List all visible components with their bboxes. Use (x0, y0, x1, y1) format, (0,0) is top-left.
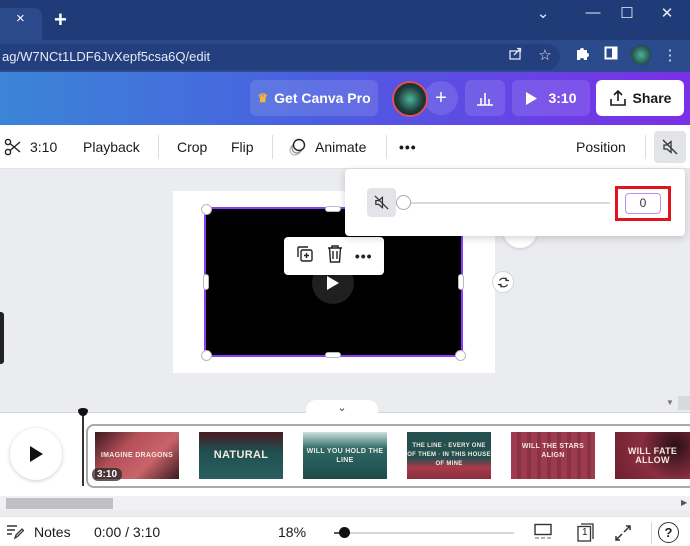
share-button[interactable]: Share (596, 80, 684, 116)
resize-handle-bottom[interactable] (325, 352, 341, 358)
resize-handle-right[interactable] (458, 274, 464, 290)
position-button[interactable]: Position (576, 125, 626, 169)
playback-button[interactable]: Playback (83, 125, 140, 169)
profile-avatar[interactable] (631, 45, 651, 65)
zoom-slider-thumb[interactable] (339, 527, 350, 538)
timeline-play-button[interactable] (10, 428, 62, 480)
share-label: Share (632, 90, 672, 106)
scroll-right-arrow[interactable]: ▶ (681, 498, 687, 507)
rotate-button[interactable] (492, 271, 514, 293)
duplicate-button[interactable] (295, 244, 315, 269)
volume-value-input[interactable]: 0 (625, 193, 661, 214)
toolbar-divider (645, 135, 646, 159)
bar-chart-icon (477, 93, 493, 106)
play-icon (30, 446, 43, 462)
left-panel-edge[interactable] (0, 312, 4, 364)
volume-button[interactable] (654, 131, 686, 163)
plus-icon: + (435, 86, 447, 109)
notes-label: Notes (34, 524, 71, 540)
notes-button[interactable]: Notes (6, 524, 71, 540)
toolbar-divider (386, 135, 387, 159)
grid-view-button[interactable] (533, 523, 553, 546)
animate-label: Animate (315, 139, 367, 155)
share-page-icon[interactable] (506, 46, 526, 64)
minimize-button[interactable]: — (578, 4, 608, 21)
present-button[interactable]: 3:10 (512, 80, 590, 116)
animate-icon (289, 138, 306, 156)
zoom-slider-track[interactable] (334, 532, 514, 534)
get-canva-pro-button[interactable]: ♛ Get Canva Pro (250, 80, 378, 116)
tab-search-icon[interactable]: ⌄ (528, 4, 558, 22)
volume-slider-track[interactable] (410, 202, 610, 204)
user-avatar[interactable] (392, 81, 428, 117)
trash-icon (328, 244, 343, 263)
pages-button[interactable]: 1 (575, 521, 597, 543)
timeline-scrollbar-thumb[interactable] (6, 498, 113, 509)
play-icon (327, 276, 339, 290)
clip-thumbnail[interactable]: THE LINE · EVERY ONE OF THEM · IN THIS H… (407, 432, 491, 479)
present-duration: 3:10 (548, 90, 577, 106)
grid-view-icon (534, 523, 552, 539)
element-context-menu: ••• (284, 237, 384, 275)
browser-menu-icon[interactable]: ⋮ (660, 46, 680, 64)
playhead-line[interactable] (82, 412, 84, 486)
animate-button[interactable]: Animate (288, 125, 366, 169)
more-options-button[interactable]: ••• (399, 125, 417, 169)
help-button[interactable]: ? (658, 522, 679, 543)
upload-icon (609, 89, 626, 106)
footer-divider (651, 522, 652, 544)
new-tab-button[interactable]: + (54, 7, 67, 33)
clip-thumbnail[interactable]: WILL THE STARS ALIGN (511, 432, 595, 479)
scroll-down-arrow[interactable]: ▼ (666, 398, 674, 407)
page-count: 1 (582, 527, 588, 538)
flip-button[interactable]: Flip (231, 125, 254, 169)
crown-icon: ♛ (257, 91, 269, 105)
speaker-muted-icon (662, 139, 678, 155)
crop-button[interactable]: Crop (177, 125, 207, 169)
bookmark-star-icon[interactable]: ☆ (535, 46, 555, 64)
scrollbar-corner (678, 396, 690, 410)
playback-time: 0:00 / 3:10 (94, 524, 161, 540)
play-icon (526, 91, 538, 105)
notes-icon (7, 525, 24, 540)
clip-thumbnail[interactable]: WILL YOU HOLD THE LINE (303, 432, 387, 479)
trim-button[interactable]: 3:10 (4, 125, 57, 169)
zoom-percentage[interactable]: 18% (278, 524, 306, 540)
maximize-button[interactable]: ☐ (612, 4, 642, 22)
volume-mute-toggle[interactable] (367, 188, 396, 217)
close-window-button[interactable]: ✕ (652, 4, 682, 22)
url-text[interactable]: ag/W7NCt1LDF6JvXepf5csa6Q/edit (2, 49, 210, 64)
expand-icon (615, 525, 631, 541)
clip-thumbnail[interactable]: WILL FATE ALLOW (615, 432, 690, 479)
speaker-muted-icon (374, 195, 389, 210)
trim-duration: 3:10 (30, 139, 58, 155)
close-tab-icon[interactable]: × (16, 10, 25, 27)
more-actions-button[interactable]: ••• (355, 248, 373, 264)
toolbar-divider (158, 135, 159, 159)
delete-button[interactable] (326, 244, 344, 269)
extensions-puzzle-icon[interactable] (572, 46, 592, 64)
volume-slider-thumb[interactable] (396, 195, 411, 210)
resize-handle-left[interactable] (203, 274, 209, 290)
resize-handle-bottom-right[interactable] (455, 350, 466, 361)
clip-duration-badge: 3:10 (92, 468, 122, 481)
resize-handle-top[interactable] (325, 206, 341, 212)
fullscreen-button[interactable] (614, 524, 632, 546)
insights-button[interactable] (465, 80, 505, 116)
resize-handle-bottom-left[interactable] (201, 350, 212, 361)
toolbar-divider (272, 135, 273, 159)
get-canva-pro-label: Get Canva Pro (274, 90, 371, 106)
rotate-icon (497, 277, 509, 287)
side-panel-icon[interactable] (601, 46, 621, 64)
resize-handle-top-left[interactable] (201, 204, 212, 215)
collapse-timeline-button[interactable]: ⌄ (306, 400, 378, 414)
add-collaborator-button[interactable]: + (424, 81, 458, 115)
clip-thumbnail[interactable]: NATURAL (199, 432, 283, 479)
scissors-icon (4, 138, 21, 156)
duplicate-icon (297, 245, 314, 262)
